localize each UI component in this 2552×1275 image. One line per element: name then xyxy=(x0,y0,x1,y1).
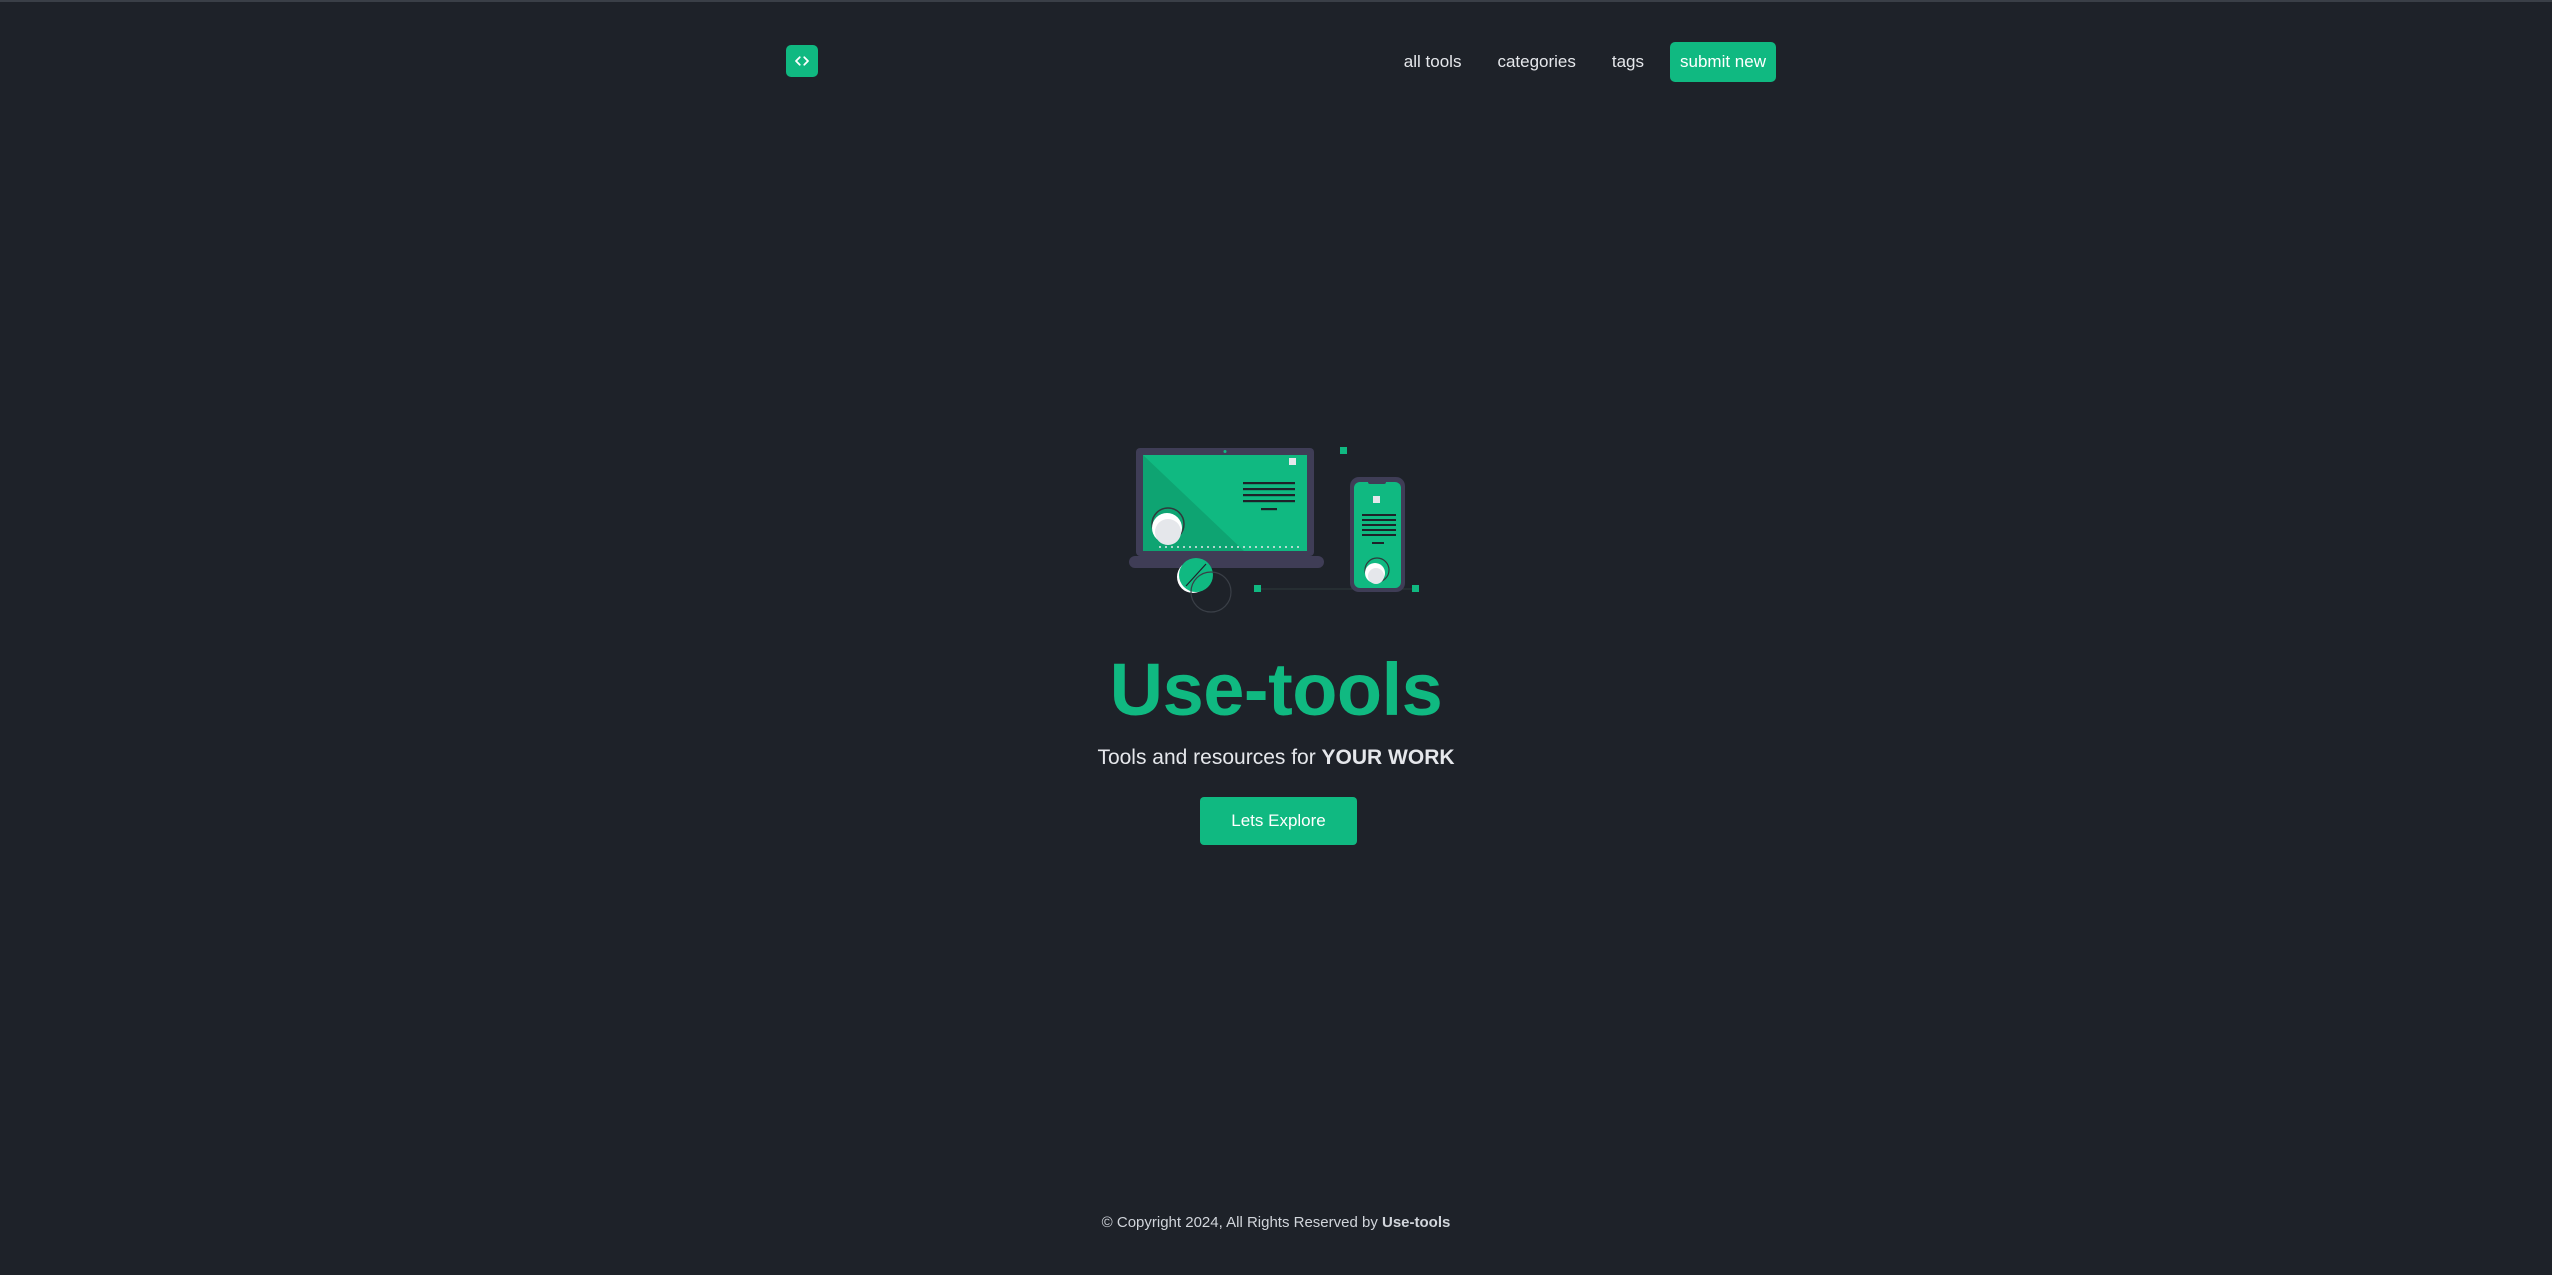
hero-subtitle-emphasis: YOUR WORK xyxy=(1321,746,1455,769)
footer-brand[interactable]: Use-tools xyxy=(1382,1214,1450,1231)
page: all tools categories tags submit new Use… xyxy=(0,0,2552,1275)
nav-all-tools[interactable]: all tools xyxy=(1404,52,1462,72)
devices-illustration xyxy=(1129,447,1419,613)
footer-copyright: © Copyright 2024, All Rights Reserved by… xyxy=(0,1213,2552,1233)
lets-explore-button[interactable]: Lets Explore xyxy=(1200,797,1357,845)
hero-subtitle: Tools and resources for YOUR WORK xyxy=(0,744,2552,772)
code-brackets-icon xyxy=(795,56,809,66)
nav-tags[interactable]: tags xyxy=(1612,52,1644,72)
copyright-text: © Copyright 2024, All Rights Reserved by xyxy=(1101,1214,1382,1231)
logo[interactable] xyxy=(786,45,818,77)
hero-title: Use-tools xyxy=(1109,648,1443,731)
header: all tools categories tags submit new xyxy=(786,42,1776,84)
hero-subtitle-text: Tools and resources for xyxy=(1097,746,1322,769)
nav-categories[interactable]: categories xyxy=(1497,52,1575,72)
submit-new-button[interactable]: submit new xyxy=(1670,42,1776,82)
main-nav: all tools categories tags submit new xyxy=(1368,42,1776,82)
